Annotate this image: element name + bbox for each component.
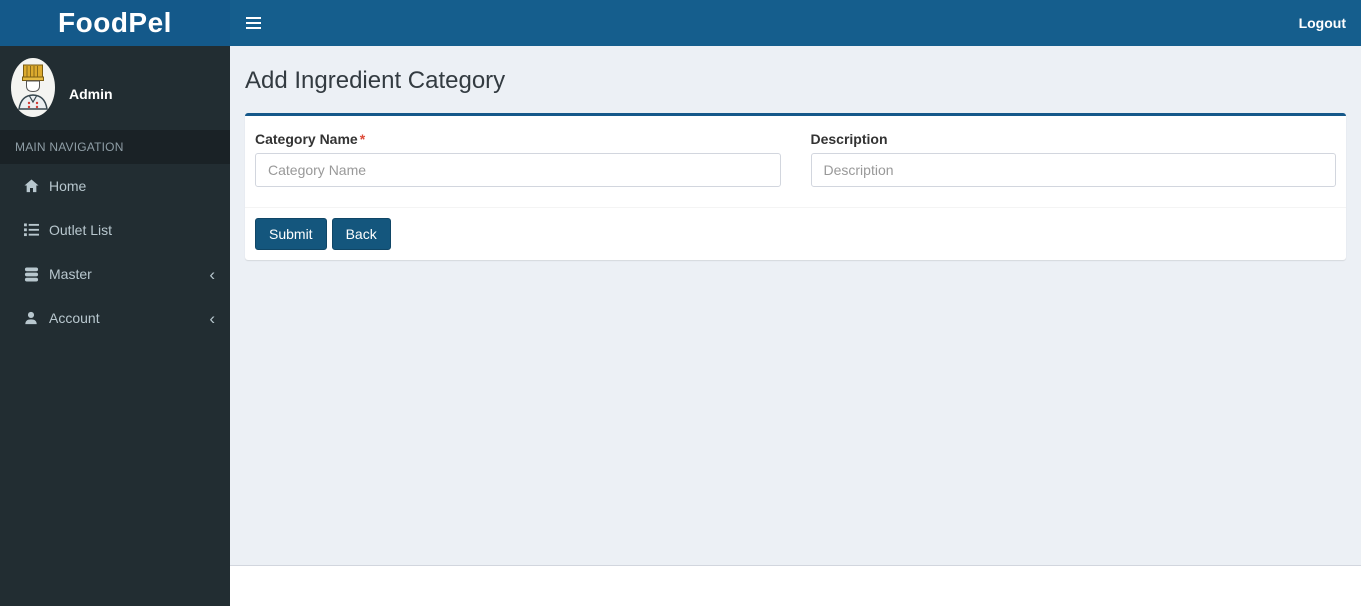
navbar-spacer [276,0,1284,46]
page-footer [230,565,1361,606]
add-ingredient-category-card: Category Name* Description Submit Back [245,113,1346,260]
user-icon [23,310,39,326]
card-body: Category Name* Description [245,116,1346,207]
sidebar-item-outlet-list[interactable]: Outlet List [0,208,230,252]
home-icon [23,178,39,194]
chevron-left-icon: ‹ [209,308,215,328]
sidebar-section-header: MAIN NAVIGATION [0,130,230,164]
main-column: Add Ingredient Category Category Name* D… [230,46,1361,606]
sidebar-item-label: Master [49,266,92,282]
description-group: Description [810,131,1336,187]
sidebar-item-label: Home [49,178,87,194]
sidebar-item-label: Outlet List [49,222,113,238]
sidebar-item-home[interactable]: Home [0,164,230,208]
form-row: Category Name* Description [255,131,1336,187]
category-name-label: Category Name * [255,131,366,147]
sidebar-item-master[interactable]: Master ‹ [0,252,230,296]
back-button[interactable]: Back [331,218,391,250]
content-area: Add Ingredient Category Category Name* D… [230,46,1361,565]
category-name-group: Category Name * [255,131,781,187]
required-marker: * [359,131,366,147]
chef-avatar-icon [10,57,56,118]
sidebar: Admin MAIN NAVIGATION Home Outlet List M… [0,46,230,606]
submit-button[interactable]: Submit [255,218,327,250]
sidebar-item-account[interactable]: Account ‹ [0,296,230,340]
brand-logo[interactable]: FoodPel [0,0,230,46]
chevron-left-icon: ‹ [209,264,215,284]
page-wrapper: Admin MAIN NAVIGATION Home Outlet List M… [0,46,1361,606]
sidebar-user-name: Admin [69,86,113,102]
description-label: Description [810,131,888,147]
top-navbar: FoodPel Logout [0,0,1361,46]
page-title: Add Ingredient Category [245,67,506,94]
card-footer: Submit Back [245,207,1346,260]
hamburger-icon [245,17,261,19]
logout-link[interactable]: Logout [1284,0,1361,46]
list-icon [23,222,39,238]
sidebar-item-label: Account [49,310,100,326]
sidebar-toggle-button[interactable] [230,0,276,46]
sidebar-user-panel: Admin [0,46,230,130]
description-input[interactable] [810,153,1336,187]
database-icon [23,266,39,282]
category-name-input[interactable] [255,153,781,187]
